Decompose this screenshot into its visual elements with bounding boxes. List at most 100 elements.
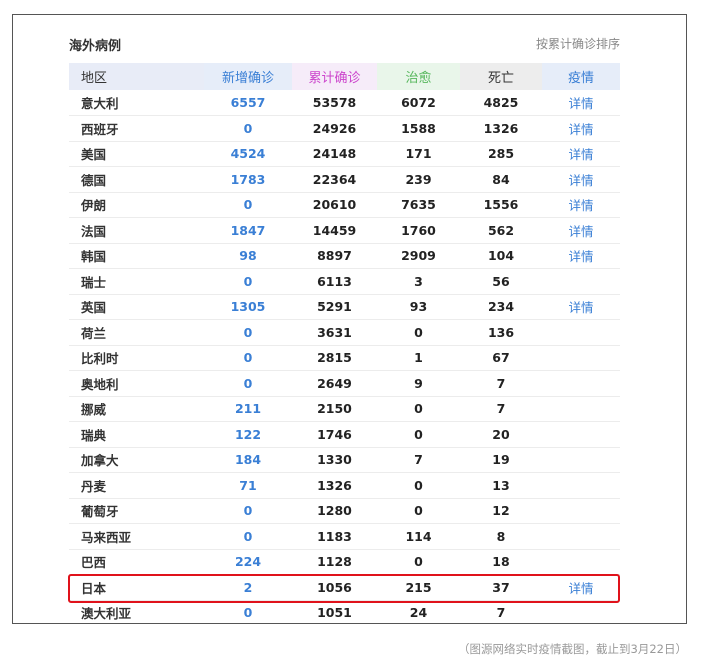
cell-total-confirmed: 1056	[292, 574, 377, 601]
cell-deaths: 285	[460, 141, 542, 167]
cell-region: 法国	[69, 217, 204, 244]
cell-cured: 239	[377, 166, 460, 193]
cell-total-confirmed: 2649	[292, 370, 377, 397]
detail-link[interactable]: 详情	[542, 166, 620, 193]
cell-total-confirmed: 1746	[292, 421, 377, 448]
detail-link[interactable]: 详情	[542, 294, 620, 320]
table-row: 瑞典 122 1746 0 20	[69, 421, 620, 448]
cell-deaths: 56	[460, 268, 542, 295]
cell-new-confirmed: 2	[204, 574, 292, 601]
table-row: 葡萄牙 0 1280 0 12	[69, 498, 620, 524]
detail-link	[542, 319, 620, 346]
cell-cured: 114	[377, 523, 460, 550]
table-row: 日本 2 1056 215 37 详情	[69, 574, 620, 601]
cell-cured: 9	[377, 370, 460, 397]
table-row: 加拿大 184 1330 7 19	[69, 447, 620, 473]
cell-total-confirmed: 1051	[292, 600, 377, 623]
cell-cured: 171	[377, 141, 460, 167]
table-row: 瑞士 0 6113 3 56	[69, 268, 620, 295]
image-caption: （图源网络实时疫情截图，截止到3月22日）	[458, 642, 687, 656]
detail-link[interactable]: 详情	[542, 141, 620, 167]
cell-cured: 215	[377, 574, 460, 601]
detail-link[interactable]: 详情	[542, 243, 620, 269]
cell-region: 伊朗	[69, 192, 204, 218]
table-row: 英国 1305 5291 93 234 详情	[69, 294, 620, 320]
cell-region: 韩国	[69, 243, 204, 269]
cell-total-confirmed: 1128	[292, 549, 377, 575]
detail-link[interactable]: 详情	[542, 115, 620, 142]
cell-region: 葡萄牙	[69, 498, 204, 524]
header-new-confirmed[interactable]: 新增确诊	[204, 63, 292, 90]
table-row: 伊朗 0 20610 7635 1556 详情	[69, 192, 620, 218]
cell-region: 挪威	[69, 396, 204, 422]
table-row: 比利时 0 2815 1 67	[69, 345, 620, 371]
header-region[interactable]: 地区	[69, 63, 204, 90]
detail-link	[542, 421, 620, 448]
cell-cured: 0	[377, 498, 460, 524]
cell-deaths: 12	[460, 498, 542, 524]
cell-cured: 1760	[377, 217, 460, 244]
cell-deaths: 1556	[460, 192, 542, 218]
cell-new-confirmed: 0	[204, 115, 292, 142]
overseas-cases-table: 地区 新增确诊 累计确诊 治愈 死亡 疫情 意大利 6557 53578 6072 48…	[69, 63, 620, 623]
header-total-confirmed[interactable]: 累计确诊	[292, 63, 377, 90]
cell-region: 加拿大	[69, 447, 204, 473]
detail-link	[542, 396, 620, 422]
cell-deaths: 13	[460, 472, 542, 499]
table-row: 奥地利 0 2649 9 7	[69, 370, 620, 397]
panel-title: 海外病例	[69, 39, 122, 54]
cell-region: 瑞典	[69, 421, 204, 448]
cell-new-confirmed: 4524	[204, 141, 292, 167]
sort-by-total-link[interactable]: 按累计确诊排序	[536, 35, 620, 52]
cell-region: 澳大利亚	[69, 600, 204, 623]
cell-cured: 0	[377, 472, 460, 499]
cell-total-confirmed: 1330	[292, 447, 377, 473]
table-row: 意大利 6557 53578 6072 4825 详情	[69, 90, 620, 116]
cell-new-confirmed: 184	[204, 447, 292, 473]
cell-new-confirmed: 211	[204, 396, 292, 422]
cell-new-confirmed: 0	[204, 268, 292, 295]
cell-total-confirmed: 8897	[292, 243, 377, 269]
cell-new-confirmed: 0	[204, 600, 292, 623]
detail-link[interactable]: 详情	[542, 90, 620, 116]
screenshot-frame: 海外病例 按累计确诊排序 地区 新增确诊 累计确诊 治愈 死亡 疫情 意大利 65…	[12, 14, 687, 624]
cell-cured: 0	[377, 396, 460, 422]
cell-new-confirmed: 98	[204, 243, 292, 269]
detail-link	[542, 268, 620, 295]
header-deaths[interactable]: 死亡	[460, 63, 542, 90]
detail-link[interactable]: 详情	[542, 574, 620, 601]
cell-region: 日本	[69, 574, 204, 601]
cell-region: 西班牙	[69, 115, 204, 142]
detail-link[interactable]: 详情	[542, 192, 620, 218]
cell-deaths: 7	[460, 370, 542, 397]
table-header-row: 地区 新增确诊 累计确诊 治愈 死亡 疫情	[69, 63, 620, 90]
cell-total-confirmed: 2150	[292, 396, 377, 422]
cell-deaths: 562	[460, 217, 542, 244]
cell-new-confirmed: 1783	[204, 166, 292, 193]
table-row: 澳大利亚 0 1051 24 7	[69, 600, 620, 623]
table-row: 韩国 98 8897 2909 104 详情	[69, 243, 620, 269]
table-row: 德国 1783 22364 239 84 详情	[69, 166, 620, 193]
cell-region: 巴西	[69, 549, 204, 575]
detail-link	[542, 498, 620, 524]
header-cured[interactable]: 治愈	[377, 63, 460, 90]
cell-new-confirmed: 0	[204, 370, 292, 397]
table-row: 西班牙 0 24926 1588 1326 详情	[69, 115, 620, 142]
table-row: 法国 1847 14459 1760 562 详情	[69, 217, 620, 244]
cell-cured: 2909	[377, 243, 460, 269]
detail-link	[542, 447, 620, 473]
cell-cured: 24	[377, 600, 460, 623]
detail-link[interactable]: 详情	[542, 217, 620, 244]
cell-total-confirmed: 6113	[292, 268, 377, 295]
cell-region: 丹麦	[69, 472, 204, 499]
cell-new-confirmed: 71	[204, 472, 292, 499]
cell-deaths: 19	[460, 447, 542, 473]
cell-deaths: 8	[460, 523, 542, 550]
cell-total-confirmed: 24926	[292, 115, 377, 142]
cell-deaths: 67	[460, 345, 542, 371]
cell-new-confirmed: 224	[204, 549, 292, 575]
cell-new-confirmed: 122	[204, 421, 292, 448]
table-row: 美国 4524 24148 171 285 详情	[69, 141, 620, 167]
table-row: 荷兰 0 3631 0 136	[69, 319, 620, 346]
detail-link	[542, 472, 620, 499]
